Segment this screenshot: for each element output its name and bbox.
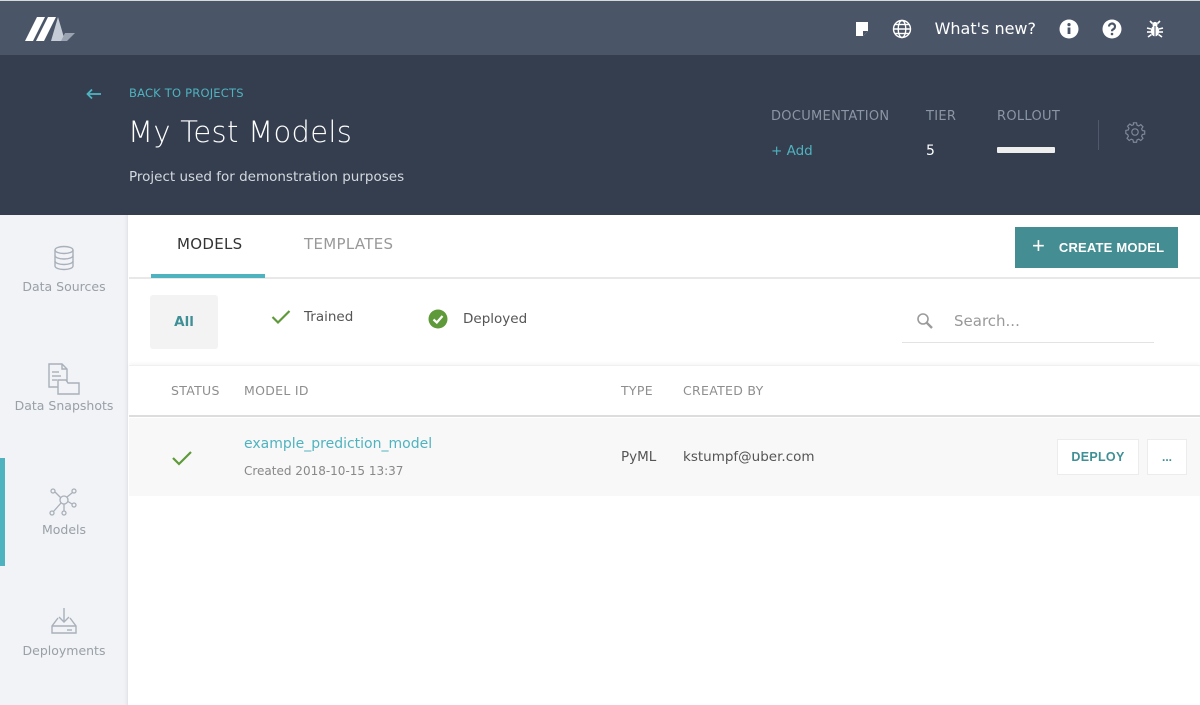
filter-all[interactable]: All	[150, 295, 218, 349]
create-model-label: CREATE MODEL	[1058, 240, 1165, 255]
whats-new-link[interactable]: What's new?	[935, 19, 1036, 38]
note-icon[interactable]	[851, 18, 873, 40]
project-header: BACK TO PROJECTS My Test Models Project …	[0, 55, 1200, 215]
bug-icon[interactable]	[1144, 18, 1166, 40]
column-header-status[interactable]: STATUS	[171, 383, 220, 398]
project-description: Project used for demonstration purposes	[129, 169, 405, 185]
model-type: PyML	[621, 449, 657, 465]
deploy-button[interactable]: DEPLOY	[1057, 439, 1139, 475]
active-tab-indicator	[151, 274, 265, 278]
documentation-label: DOCUMENTATION	[771, 109, 890, 124]
check-circle-icon	[428, 309, 448, 329]
sidebar: Data Sources Data Snapshots Models Deplo…	[0, 215, 128, 705]
filter-bar: All Trained Deployed	[129, 281, 1200, 365]
page-title: My Test Models	[128, 115, 353, 149]
search-input[interactable]	[954, 311, 1144, 330]
rollout-progress-fill	[997, 147, 1055, 153]
check-icon	[271, 310, 291, 325]
tab-templates[interactable]: TEMPLATES	[304, 235, 393, 253]
globe-icon[interactable]	[891, 18, 913, 40]
back-to-projects-link[interactable]: BACK TO PROJECTS	[129, 86, 244, 100]
filter-deployed[interactable]: Deployed	[428, 309, 527, 329]
rollout-progress-bar	[997, 147, 1055, 153]
sidebar-item-label: Data Sources	[22, 279, 106, 294]
sidebar-item-label: Data Snapshots	[14, 398, 114, 413]
filter-trained[interactable]: Trained	[271, 309, 353, 325]
tier-label: TIER	[926, 109, 957, 124]
deploy-icon	[51, 608, 77, 634]
add-documentation-link[interactable]: + Add	[771, 143, 813, 159]
help-icon[interactable]	[1101, 18, 1123, 40]
sidebar-item-data-snapshots[interactable]: Data Snapshots	[0, 336, 128, 444]
michelangelo-logo[interactable]	[25, 15, 77, 43]
tier-value: 5	[926, 143, 935, 159]
table-row[interactable]: example_prediction_model Created 2018-10…	[129, 418, 1200, 496]
column-header-type[interactable]: TYPE	[621, 383, 653, 398]
network-icon	[49, 488, 77, 516]
more-options-button[interactable]: ...	[1147, 439, 1187, 475]
header-divider	[1098, 120, 1099, 150]
column-header-created-by[interactable]: CREATED BY	[683, 383, 764, 398]
filter-deployed-label: Deployed	[463, 311, 528, 327]
search-icon	[917, 312, 933, 329]
sidebar-item-data-sources[interactable]: Data Sources	[0, 215, 128, 323]
sidebar-item-models[interactable]: Models	[0, 458, 128, 566]
column-header-model-id[interactable]: MODEL ID	[244, 383, 309, 398]
sidebar-item-label: Deployments	[22, 643, 106, 658]
filter-trained-label: Trained	[304, 309, 354, 325]
create-model-button[interactable]: + CREATE MODEL	[1015, 227, 1178, 268]
model-created-by: kstumpf@uber.com	[683, 449, 815, 465]
tab-models[interactable]: MODELS	[177, 235, 242, 253]
snapshot-icon	[48, 363, 80, 395]
model-created-date: Created 2018-10-15 13:37	[244, 464, 404, 478]
info-icon[interactable]	[1058, 18, 1080, 40]
database-icon	[54, 245, 74, 271]
trained-status-icon	[172, 451, 192, 466]
sidebar-item-deployments[interactable]: Deployments	[0, 579, 128, 687]
tab-bar: MODELS TEMPLATES + CREATE MODEL	[129, 215, 1200, 279]
gear-icon[interactable]	[1124, 121, 1146, 143]
model-id-link[interactable]: example_prediction_model	[244, 436, 432, 452]
main-content: MODELS TEMPLATES + CREATE MODEL All Trai…	[129, 215, 1200, 705]
table-header: STATUS MODEL ID TYPE CREATED BY	[129, 365, 1200, 417]
sidebar-item-label: Models	[41, 522, 87, 537]
rollout-label: ROLLOUT	[997, 109, 1061, 124]
back-arrow-icon[interactable]	[86, 85, 102, 104]
plus-icon: +	[1032, 232, 1045, 258]
top-nav-bar: What's new?	[0, 0, 1200, 55]
search-box	[902, 299, 1154, 343]
